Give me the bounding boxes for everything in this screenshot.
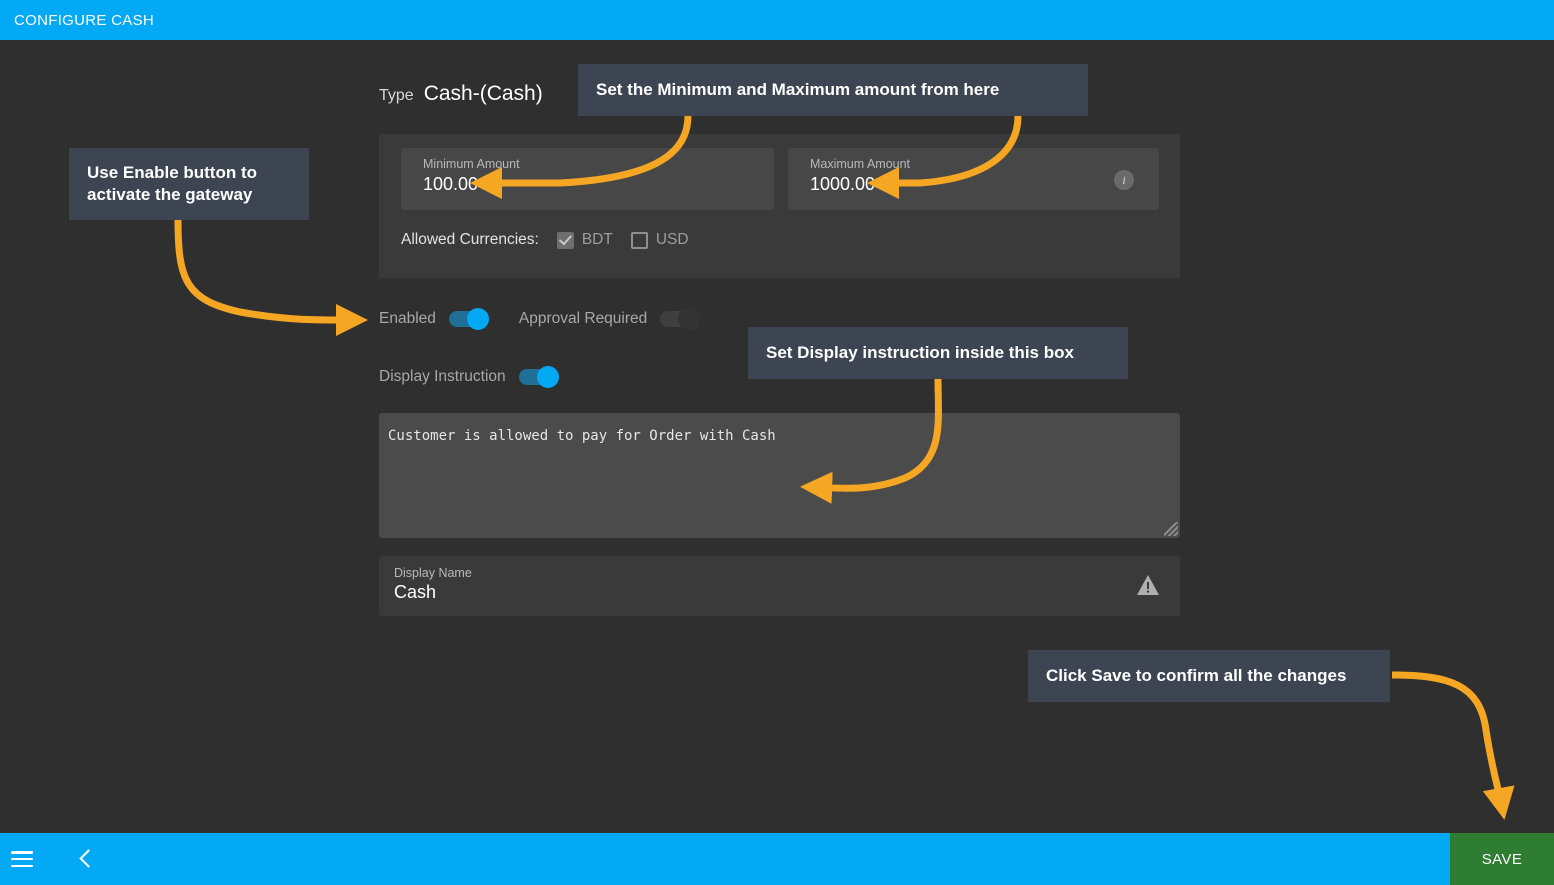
warning-icon[interactable] — [1136, 574, 1160, 596]
checkbox-checked-icon[interactable] — [556, 231, 574, 249]
allowed-currencies-label: Allowed Currencies: — [401, 231, 539, 248]
currency-label-usd: USD — [655, 231, 689, 248]
back-arrow-icon[interactable] — [77, 848, 97, 870]
callout-save-text: Click Save to confirm all the changes — [1046, 665, 1347, 685]
bottom-toolbar: SAVE — [0, 833, 1554, 885]
callout-enable-line2: activate the gateway — [87, 185, 253, 204]
toggle-row-primary: Enabled Approval Required — [379, 308, 701, 330]
callout-save: Click Save to confirm all the changes — [1028, 650, 1390, 702]
callout-minmax: Set the Minimum and Maximum amount from … — [578, 64, 1088, 116]
allowed-currencies-row: Allowed Currencies: BDT USD — [401, 231, 689, 249]
callout-instruction-text: Set Display instruction inside this box — [766, 342, 1074, 362]
amount-panel: Minimum Amount 100.00 Maximum Amount 100… — [379, 134, 1180, 278]
toggle-knob — [678, 308, 701, 330]
display-name-field[interactable]: Display Name Cash — [379, 556, 1180, 616]
approval-required-toggle[interactable] — [660, 308, 701, 330]
callout-instruction: Set Display instruction inside this box — [748, 327, 1128, 379]
approval-required-label: Approval Required — [518, 310, 648, 327]
enabled-label: Enabled — [379, 310, 436, 327]
display-name-value: Cash — [394, 582, 437, 602]
currency-option-bdt[interactable]: BDT — [556, 231, 613, 249]
instruction-textarea[interactable]: Customer is allowed to pay for Order wit… — [379, 413, 1180, 538]
gateway-type-value: Cash-(Cash) — [423, 82, 543, 105]
callout-enable-text: Use Enable button to activate the gatewa… — [87, 162, 257, 206]
currency-label-bdt: BDT — [581, 231, 613, 248]
toggle-knob — [466, 308, 489, 330]
currency-option-usd[interactable]: USD — [630, 231, 689, 249]
enabled-toggle[interactable] — [448, 308, 489, 330]
gateway-type-label: Type — [379, 87, 414, 104]
display-name-label: Display Name — [394, 566, 472, 580]
page-title: CONFIGURE CASH — [14, 11, 155, 29]
display-instruction-label: Display Instruction — [379, 368, 506, 385]
callout-enable-line1: Use Enable button to — [87, 162, 257, 182]
maximum-amount-label: Maximum Amount — [810, 157, 911, 171]
app-window: CONFIGURE CASH Type Cash-(Cash) Minimum … — [0, 0, 1554, 885]
minimum-amount-label: Minimum Amount — [423, 157, 520, 171]
callout-enable: Use Enable button to activate the gatewa… — [69, 148, 309, 220]
title-bar: CONFIGURE CASH — [0, 0, 1554, 40]
save-button[interactable]: SAVE — [1450, 833, 1554, 885]
resize-handle-icon[interactable] — [1164, 522, 1178, 536]
toggle-knob — [536, 366, 559, 388]
toggle-row-secondary: Display Instruction — [379, 366, 559, 388]
checkbox-unchecked-icon[interactable] — [630, 231, 648, 249]
instruction-text: Customer is allowed to pay for Order wit… — [388, 428, 776, 444]
minimum-amount-value: 100.00 — [423, 174, 479, 194]
menu-icon[interactable] — [11, 851, 33, 867]
gateway-type-row: Type Cash-(Cash) — [379, 82, 543, 106]
callout-minmax-text: Set the Minimum and Maximum amount from … — [596, 79, 1000, 99]
minimum-amount-field[interactable]: Minimum Amount 100.00 — [401, 148, 774, 210]
info-icon[interactable]: i — [1114, 170, 1134, 190]
maximum-amount-value: 1000.00 — [810, 174, 876, 194]
maximum-amount-field[interactable]: Maximum Amount 1000.00 i — [788, 148, 1159, 210]
display-instruction-toggle[interactable] — [518, 366, 559, 388]
